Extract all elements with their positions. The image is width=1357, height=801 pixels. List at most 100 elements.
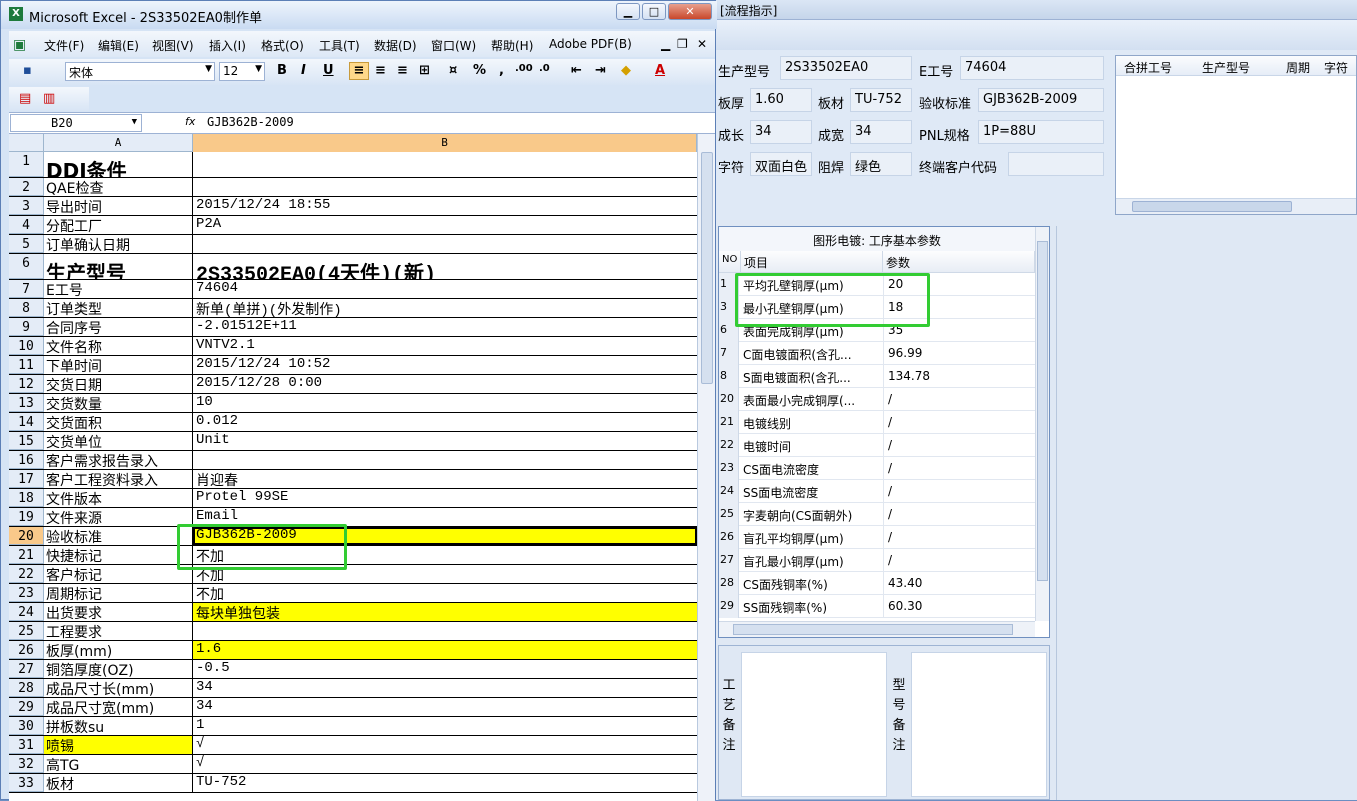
param-grid-vscrollbar[interactable] <box>1035 227 1049 621</box>
cell-b[interactable]: TU-752 <box>193 774 697 792</box>
row-header[interactable]: 26 <box>9 641 44 659</box>
align-right-icon[interactable]: ≡ <box>397 63 408 78</box>
cell-b[interactable] <box>193 235 697 253</box>
cell-a[interactable]: 文件版本 <box>44 489 193 507</box>
increase-indent-icon[interactable]: ⇥ <box>595 63 606 78</box>
row-header[interactable]: 30 <box>9 717 44 735</box>
process-remark-box[interactable] <box>741 652 887 797</box>
column-header-b[interactable]: B <box>193 134 697 152</box>
list-item[interactable]: 7 C面电镀面积(含孔... 96.99 <box>719 342 1035 365</box>
worksheet[interactable]: A B 1 DDI条件 2 QAE检查 3 导出时间 2015/12/24 18:55 4 分配… <box>9 134 715 801</box>
cell-b[interactable]: VNTV2.1 <box>193 337 697 355</box>
bold-button[interactable]: B <box>277 63 287 78</box>
font-name-select[interactable]: 宋体 ▼ <box>65 62 215 81</box>
cell-b[interactable] <box>193 451 697 469</box>
row-header[interactable]: 9 <box>9 318 44 336</box>
decrease-indent-icon[interactable]: ⇤ <box>571 63 582 78</box>
row-header[interactable]: 6 <box>9 254 44 279</box>
list-item[interactable]: 29 SS面残铜率(%) 60.30 <box>719 595 1035 618</box>
cell-b[interactable]: 1.6 <box>193 641 697 659</box>
underline-button[interactable]: U <box>323 63 334 78</box>
cell-b[interactable]: 2015/12/28 0:00 <box>193 375 697 393</box>
merge-center-icon[interactable]: ⊞ <box>419 63 430 78</box>
cell-a[interactable]: 文件来源 <box>44 508 193 526</box>
cell-a[interactable]: 客户需求报告录入 <box>44 451 193 469</box>
param-value[interactable]: / <box>883 503 892 526</box>
cell-a[interactable]: 文件名称 <box>44 337 193 355</box>
param-value[interactable]: / <box>883 388 892 411</box>
row-header[interactable]: 31 <box>9 736 44 754</box>
cell-a[interactable]: 板材 <box>44 774 193 792</box>
fill-color-icon[interactable]: ◆ <box>621 63 631 78</box>
menu-help[interactable]: 帮助(H) <box>491 37 533 54</box>
cell-a[interactable]: 分配工厂 <box>44 216 193 234</box>
cell-a[interactable]: 拼板数su <box>44 717 193 735</box>
model-field[interactable]: 2S33502EA0 <box>780 56 912 80</box>
font-color-icon[interactable]: A <box>655 63 665 78</box>
menu-file[interactable]: 文件(F) <box>44 37 84 54</box>
cell-a[interactable]: 快捷标记 <box>44 546 193 564</box>
model-remark-box[interactable] <box>911 652 1047 797</box>
list-item[interactable]: 20 表面最小完成铜厚(... / <box>719 388 1035 411</box>
row-header[interactable]: 12 <box>9 375 44 393</box>
minimize-button[interactable]: ▁ <box>616 3 640 20</box>
menu-adobe-pdf[interactable]: Adobe PDF(B) <box>549 37 632 51</box>
sheet-vscrollbar[interactable] <box>697 134 715 801</box>
param-value[interactable]: / <box>883 434 892 457</box>
doc-restore-icon[interactable]: ❐ <box>677 37 688 51</box>
material-field[interactable]: TU-752 <box>850 88 912 112</box>
scroll-thumb[interactable] <box>701 152 713 384</box>
cell-b[interactable]: 34 <box>193 698 697 716</box>
silkscreen-field[interactable]: 双面白色 <box>750 152 812 176</box>
scroll-thumb[interactable] <box>733 624 1013 635</box>
cell-b[interactable]: 肖迎春 <box>193 470 697 488</box>
param-value[interactable]: 96.99 <box>883 342 922 365</box>
row-header[interactable]: 27 <box>9 660 44 678</box>
cell-a[interactable]: 合同序号 <box>44 318 193 336</box>
eno-field[interactable]: 74604 <box>960 56 1104 80</box>
column-header-a[interactable]: A <box>44 134 193 152</box>
param-value[interactable]: 134.78 <box>883 365 930 388</box>
cell-b[interactable]: 10 <box>193 394 697 412</box>
row-header[interactable]: 21 <box>9 546 44 564</box>
cell-a[interactable]: 出货要求 <box>44 603 193 621</box>
cell-b[interactable]: 新单(单拼)(外发制作) <box>193 299 697 317</box>
fx-icon[interactable]: fx <box>185 115 195 128</box>
cell-a[interactable]: E工号 <box>44 280 193 298</box>
merge-col-char[interactable]: 字符 <box>1324 59 1348 76</box>
thickness-field[interactable]: 1.60 <box>750 88 812 112</box>
param-value[interactable]: / <box>883 480 892 503</box>
cell-a[interactable]: 交货数量 <box>44 394 193 412</box>
select-all-corner[interactable] <box>9 134 44 152</box>
cell-b[interactable]: 0.012 <box>193 413 697 431</box>
cell-a[interactable]: 成品尺寸长(mm) <box>44 679 193 697</box>
currency-icon[interactable]: ¤ <box>449 63 457 78</box>
row-header[interactable]: 19 <box>9 508 44 526</box>
menu-edit[interactable]: 编辑(E) <box>98 37 139 54</box>
cell-b[interactable]: Protel 99SE <box>193 489 697 507</box>
scroll-thumb[interactable] <box>1132 201 1292 212</box>
doc-close-icon[interactable]: ✕ <box>697 37 707 51</box>
cell-a[interactable]: QAE检查 <box>44 178 193 196</box>
cell-a[interactable]: 铜箔厚度(OZ) <box>44 660 193 678</box>
maximize-button[interactable]: □ <box>642 3 666 20</box>
row-header[interactable]: 25 <box>9 622 44 640</box>
comma-icon[interactable]: , <box>499 63 504 78</box>
name-box[interactable]: B20 ▼ <box>10 114 142 132</box>
row-header[interactable]: 14 <box>9 413 44 431</box>
scroll-thumb[interactable] <box>1037 241 1048 581</box>
col-item[interactable]: 项目 <box>741 251 883 273</box>
standard-field[interactable]: GJB362B-2009 <box>978 88 1104 112</box>
cell-a[interactable]: 导出时间 <box>44 197 193 215</box>
cell-a[interactable]: 工程要求 <box>44 622 193 640</box>
list-item[interactable]: 21 电镀线别 / <box>719 411 1035 434</box>
increase-decimal-icon[interactable]: .00 <box>515 63 533 74</box>
cell-a[interactable]: 订单类型 <box>44 299 193 317</box>
cell-a[interactable]: 客户标记 <box>44 565 193 583</box>
list-item[interactable]: 22 电镀时间 / <box>719 434 1035 457</box>
row-header[interactable]: 3 <box>9 197 44 215</box>
row-header[interactable]: 17 <box>9 470 44 488</box>
cell-b[interactable]: -0.5 <box>193 660 697 678</box>
menu-data[interactable]: 数据(D) <box>374 37 417 54</box>
row-header[interactable]: 7 <box>9 280 44 298</box>
